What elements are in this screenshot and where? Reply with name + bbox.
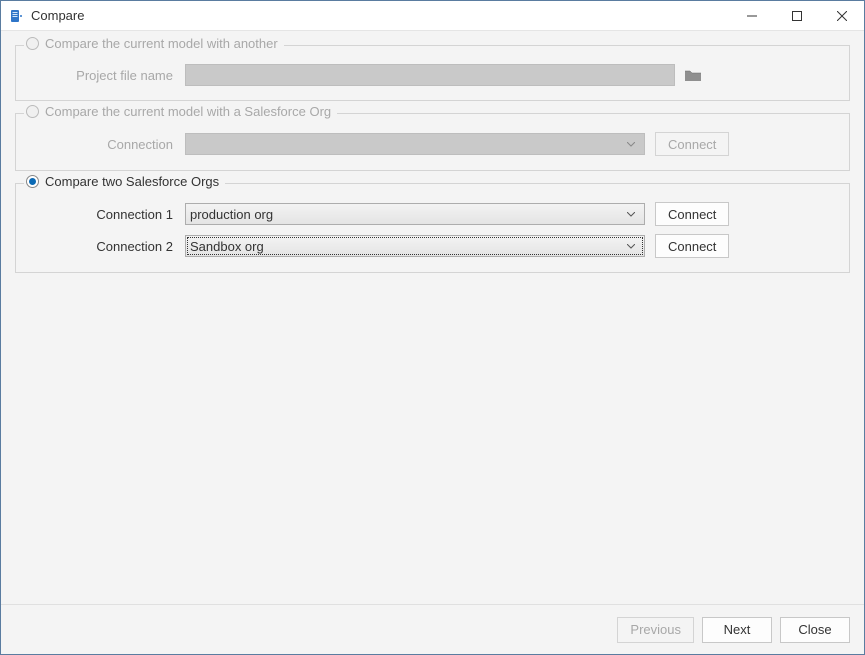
- app-icon: [9, 8, 25, 24]
- next-button[interactable]: Next: [702, 617, 772, 643]
- project-file-input: [185, 64, 675, 86]
- chevron-down-icon: [622, 244, 640, 249]
- close-button[interactable]: Close: [780, 617, 850, 643]
- maximize-button[interactable]: [774, 1, 819, 31]
- radio-model-vs-org[interactable]: [26, 105, 39, 118]
- option-model-vs-org: Compare the current model with a Salesfo…: [15, 113, 850, 171]
- option-model-vs-model: Compare the current model with another P…: [15, 45, 850, 101]
- compare-dialog: Compare Compare the current model with a…: [0, 0, 865, 655]
- close-window-button[interactable]: [819, 1, 864, 31]
- radio-model-vs-model[interactable]: [26, 37, 39, 50]
- titlebar: Compare: [1, 1, 864, 31]
- folder-icon: [683, 65, 703, 85]
- connection-label: Connection: [30, 137, 185, 152]
- minimize-button[interactable]: [729, 1, 774, 31]
- connection1-dropdown[interactable]: production org: [185, 203, 645, 225]
- connect-button-1[interactable]: Connect: [655, 202, 729, 226]
- project-file-label: Project file name: [30, 68, 185, 83]
- connect-button-2[interactable]: Connect: [655, 234, 729, 258]
- window-title: Compare: [31, 8, 84, 23]
- option-legend: Compare two Salesforce Orgs: [45, 174, 219, 189]
- dialog-content: Compare the current model with another P…: [1, 31, 864, 604]
- option-legend: Compare the current model with another: [45, 36, 278, 51]
- connection2-dropdown[interactable]: Sandbox org: [185, 235, 645, 257]
- dropdown-value: production org: [190, 207, 273, 222]
- connection1-label: Connection 1: [30, 207, 185, 222]
- dropdown-value: Sandbox org: [190, 239, 264, 254]
- previous-button: Previous: [617, 617, 694, 643]
- dialog-footer: Previous Next Close: [1, 604, 864, 654]
- connect-button: Connect: [655, 132, 729, 156]
- chevron-down-icon: [622, 142, 640, 147]
- chevron-down-icon: [622, 212, 640, 217]
- option-legend: Compare the current model with a Salesfo…: [45, 104, 331, 119]
- radio-org-vs-org[interactable]: [26, 175, 39, 188]
- connection2-label: Connection 2: [30, 239, 185, 254]
- connection-dropdown: [185, 133, 645, 155]
- option-org-vs-org: Compare two Salesforce Orgs Connection 1…: [15, 183, 850, 273]
